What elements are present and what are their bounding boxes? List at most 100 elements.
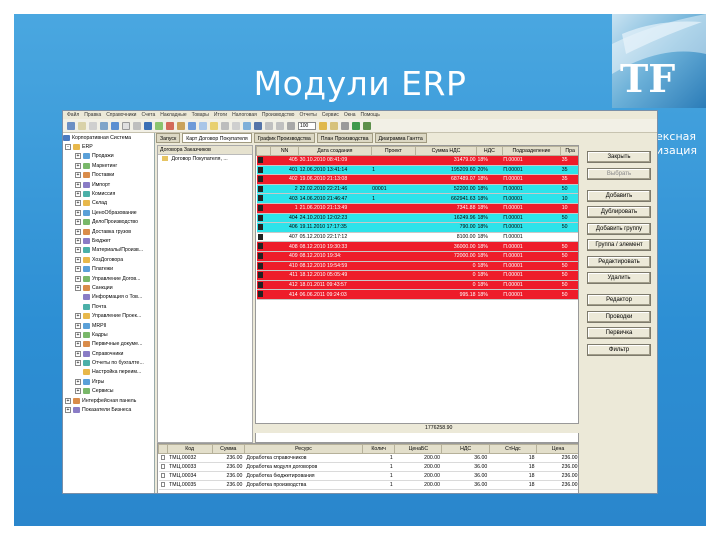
expand-icon[interactable]: + [75,388,81,395]
expand-icon[interactable]: + [75,322,81,329]
action-button[interactable]: Закрыть [587,151,651,163]
delete-icon[interactable] [166,121,174,130]
tree-item[interactable]: + Продажи [63,152,154,161]
grid-column-header[interactable]: Подразделение [501,146,562,156]
menu-item[interactable]: Помощь [361,112,380,118]
table-row[interactable]: 401 12.06.2010 13:41:14 1 195209.60 20% П.000… [256,165,578,176]
tree-item[interactable]: Информация о Тов... [63,293,154,302]
tree-item[interactable]: + Показатели Бизнеса [63,405,154,414]
expand-icon[interactable]: + [75,219,81,226]
print-icon[interactable] [221,121,229,130]
action-button[interactable]: Фильтр [587,343,651,356]
grid-column-header[interactable]: Сумма НДС [415,146,477,156]
table-row[interactable]: 407 05.12.2010 22:17:12 8100.00 18% П.00001 [256,232,578,243]
table-row[interactable]: 408 08.12.2010 19:30:33 36000.00 18% П.00001… [256,241,578,252]
expand-icon[interactable]: + [75,284,81,291]
expand-icon[interactable]: + [75,162,81,169]
table-row[interactable]: 406 19.11.2010 17:17:35 790.00 18% П.00001 50 [256,222,578,233]
menu-item[interactable]: Отчеты [299,112,316,118]
resources-column-header[interactable]: Цена [535,444,578,454]
tree-item[interactable]: Настройка переим... [63,368,154,377]
tree-item[interactable]: + Импорт [63,180,154,189]
grid-column-header[interactable]: Пра [560,146,578,156]
table-row[interactable]: 414 06.06.2011 09:24:03 995.18 18% П.00001 50 [256,289,578,300]
table-row[interactable]: 405 30.10.2010 08:41:09 31479.00 18% П.00001… [256,155,578,166]
calc-icon[interactable] [265,121,273,130]
grid-column-header[interactable]: NN [270,146,300,156]
resources-column-header[interactable]: ЦенаБС [394,444,443,454]
table-row[interactable]: ТМЦ.00034 236.00 Доработка бюджетирования 1… [158,471,578,481]
search-icon[interactable] [122,121,130,130]
table-icon[interactable] [199,121,207,130]
expand-icon[interactable]: + [75,313,81,320]
action-button[interactable]: Проводки [587,310,651,323]
tree-item[interactable]: + Материалы/Произв... [63,246,154,255]
table-row[interactable]: 409 08.12.2010 19:34: 72000.00 18% П.00001 50 [256,251,578,262]
export-icon[interactable] [243,121,251,130]
chart-icon[interactable] [144,121,152,130]
paste-icon[interactable] [89,121,97,130]
tree-item[interactable]: + Игры [63,377,154,386]
tree-root[interactable]: Корпоративная Система [63,133,154,142]
table-row[interactable]: ТМЦ.00035 236.00 Доработка производства 1 20… [158,480,578,490]
expand-icon[interactable]: + [75,237,81,244]
expand-icon[interactable]: + [75,209,81,216]
grid-column-header[interactable]: НДС [475,146,503,156]
tree-item[interactable]: + Платежи [63,264,154,273]
tree-item[interactable]: + Справочники [63,349,154,358]
tree-item[interactable]: + Отчеты по бухгалте... [63,358,154,367]
menu-item[interactable]: Файл [67,112,79,118]
resources-column-header[interactable]: НДС [441,444,490,454]
tab[interactable]: Запуск [156,133,181,143]
contracts-tree-header[interactable]: Договора Заказчиков [158,146,252,155]
filter-icon[interactable] [188,121,196,130]
menu-item[interactable]: Налоговая [232,112,257,118]
tree-item[interactable]: + Склад [63,199,154,208]
action-button[interactable]: Добавить группу [587,222,651,235]
tree-item[interactable]: + Управление Догов... [63,274,154,283]
action-button[interactable]: Редактор [587,294,651,306]
exit-icon[interactable] [363,121,371,130]
resources-column-header[interactable]: Код [166,444,213,454]
grid-column-header[interactable]: Дата создания [298,146,372,156]
table-row[interactable]: ТМЦ.00032 236.00 Доработка справочников 1 20… [158,453,578,463]
resources-column-header[interactable] [158,444,168,454]
expand-icon[interactable]: + [75,331,81,338]
find-icon[interactable] [133,121,141,130]
resources-column-header[interactable]: Ресурс [243,444,364,454]
menu-item[interactable]: Накладные [160,112,186,118]
tree-item[interactable]: + Санкции [63,283,154,292]
tree-item[interactable]: + ХозДоговора [63,255,154,264]
menu-item[interactable]: Товары [192,112,209,118]
expand-icon[interactable]: + [65,407,71,414]
zoom-select[interactable]: 100 [298,121,316,130]
table-row[interactable]: 402 19.06.2010 21:13:08 687489.07 18% П.0000… [256,174,578,185]
tree-item[interactable]: + Интерфейсная панель [63,396,154,405]
menu-item[interactable]: Счета [141,112,155,118]
refresh-icon[interactable] [352,121,360,130]
action-button[interactable]: Группа / элемент [587,239,651,251]
menu-item[interactable]: Правка [84,112,101,118]
tab[interactable]: План Производства [316,133,373,143]
table-row[interactable]: 1 21.06.2010 21:13:49 7341.88 18% П.00001 10 [256,203,578,214]
expand-icon[interactable]: + [75,378,81,385]
tree-item[interactable]: + ДелоПроизводство [63,218,154,227]
menu-item[interactable]: Итоги [214,112,227,118]
expand-icon[interactable]: + [75,172,81,179]
tree-item[interactable]: Почта [63,302,154,311]
resources-column-header[interactable]: Сумма [211,444,245,454]
tree-item[interactable]: + Кадры [63,330,154,339]
menu-item[interactable]: Окна [344,112,356,118]
action-button[interactable]: Дублировать [587,206,651,218]
collapse-icon[interactable]: - [65,144,71,151]
table-row[interactable]: 412 18.01.2011 09:43:57 0 18% П.00001 50 [256,280,578,291]
menu-item[interactable]: Справочники [106,112,136,118]
tree-item[interactable]: + Сервисы [63,387,154,396]
settings-icon[interactable] [341,121,349,130]
tab[interactable]: График Производства [253,133,315,143]
menu-item[interactable]: Сервис [322,112,339,118]
expand-icon[interactable]: + [65,397,71,404]
expand-icon[interactable]: + [75,200,81,207]
table-row[interactable]: 410 08.12.2010 19:54:59 0 18% П.00001 50 [256,261,578,272]
grid-column-header[interactable]: Проект [370,146,417,156]
